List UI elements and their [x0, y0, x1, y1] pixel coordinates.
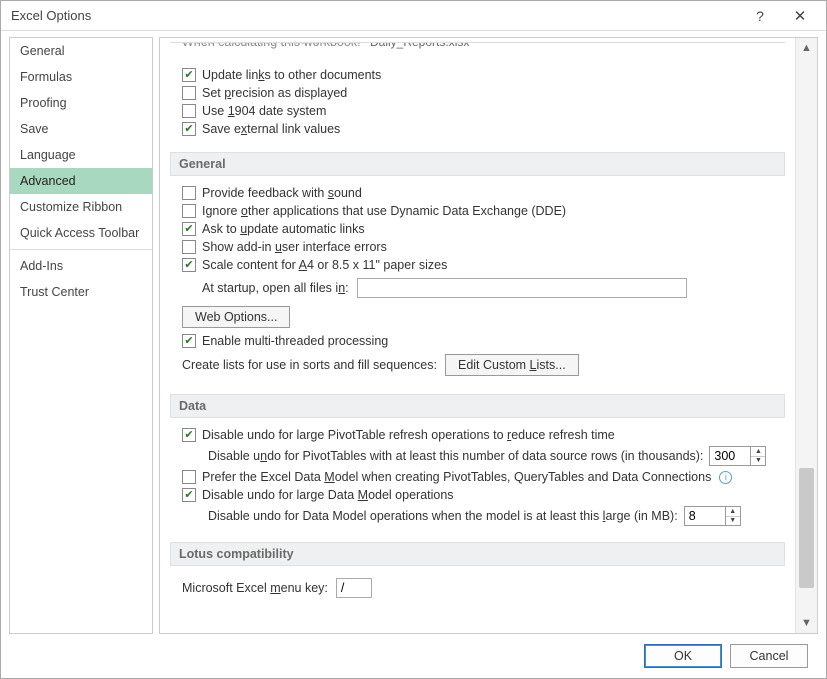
checkbox-icon [182, 104, 196, 118]
model-threshold-spinner[interactable]: ▲▼ [684, 506, 741, 526]
checkbox-label: Provide feedback with sound [202, 186, 362, 200]
edit-custom-lists-button[interactable]: Edit Custom Lists... [445, 354, 579, 376]
sidebar-item-formulas[interactable]: Formulas [10, 64, 152, 90]
sidebar-item-proofing[interactable]: Proofing [10, 90, 152, 116]
scroll-up-icon[interactable]: ▲ [796, 38, 817, 58]
pivot-threshold-input[interactable] [710, 447, 750, 465]
sidebar-item-trust-center[interactable]: Trust Center [10, 279, 152, 305]
window-title: Excel Options [11, 8, 740, 23]
checkbox-icon [182, 240, 196, 254]
pivot-threshold-label: Disable undo for PivotTables with at lea… [208, 449, 703, 463]
model-threshold-input[interactable] [685, 507, 725, 525]
checkbox-icon [182, 86, 196, 100]
truncated-row: When calculating this workbook: Daily_Re… [170, 42, 785, 60]
sidebar-item-language[interactable]: Language [10, 142, 152, 168]
checkbox-label: Set precision as displayed [202, 86, 347, 100]
checkbox-label: Use 1904 date system [202, 104, 326, 118]
checkbox-disable-undo-datamodel[interactable]: Disable undo for large Data Model operat… [170, 486, 785, 504]
close-button[interactable]: ✕ [780, 2, 820, 30]
spin-down-icon[interactable]: ▼ [751, 457, 765, 466]
sidebar-item-customize-ribbon[interactable]: Customize Ribbon [10, 194, 152, 220]
checkbox-icon [182, 186, 196, 200]
checkbox-save-external-links[interactable]: Save external link values [170, 120, 785, 138]
checkbox-label: Ask to update automatic links [202, 222, 365, 236]
checkbox-label: Prefer the Excel Data Model when creatin… [202, 470, 711, 484]
checkbox-ignore-dde[interactable]: Ignore other applications that use Dynam… [170, 202, 785, 220]
info-icon[interactable]: i [719, 471, 732, 484]
checkbox-icon [182, 258, 196, 272]
checkbox-icon [182, 428, 196, 442]
help-button[interactable]: ? [740, 2, 780, 30]
startup-files-label: At startup, open all files in: [202, 281, 349, 295]
category-sidebar: GeneralFormulasProofingSaveLanguageAdvan… [9, 37, 153, 634]
custom-lists-label: Create lists for use in sorts and fill s… [182, 358, 437, 372]
row-model-threshold: Disable undo for Data Model operations w… [170, 504, 785, 528]
checkbox-addin-errors[interactable]: Show add-in user interface errors [170, 238, 785, 256]
checkbox-icon [182, 204, 196, 218]
startup-files-input[interactable] [357, 278, 687, 298]
sidebar-item-advanced[interactable]: Advanced [10, 168, 152, 194]
scroll-thumb[interactable] [799, 468, 814, 588]
checkbox-ask-update-links[interactable]: Ask to update automatic links [170, 220, 785, 238]
checkbox-label: Scale content for A4 or 8.5 x 11" paper … [202, 258, 447, 272]
checkbox-label: Update links to other documents [202, 68, 381, 82]
sidebar-item-add-ins[interactable]: Add-Ins [10, 253, 152, 279]
sidebar-item-quick-access-toolbar[interactable]: Quick Access Toolbar [10, 220, 152, 246]
cancel-button[interactable]: Cancel [730, 644, 808, 668]
model-threshold-label: Disable undo for Data Model operations w… [208, 509, 678, 523]
sidebar-item-general[interactable]: General [10, 38, 152, 64]
spin-down-icon[interactable]: ▼ [726, 517, 740, 526]
checkbox-icon [182, 222, 196, 236]
web-options-button[interactable]: Web Options... [182, 306, 290, 328]
checkbox-icon [182, 470, 196, 484]
checkbox-multithread[interactable]: Enable multi-threaded processing [170, 332, 785, 350]
checkbox-label: Disable undo for large Data Model operat… [202, 488, 454, 502]
checkbox-icon [182, 68, 196, 82]
content-scroll-area: When calculating this workbook: Daily_Re… [160, 38, 795, 633]
menu-key-input[interactable] [336, 578, 372, 598]
checkbox-feedback-sound[interactable]: Provide feedback with sound [170, 184, 785, 202]
sidebar-item-save[interactable]: Save [10, 116, 152, 142]
menu-key-label: Microsoft Excel menu key: [182, 581, 328, 595]
checkbox-prefer-data-model[interactable]: Prefer the Excel Data Model when creatin… [170, 468, 785, 486]
checkbox-label: Show add-in user interface errors [202, 240, 387, 254]
checkbox-label: Disable undo for large PivotTable refres… [202, 428, 615, 442]
scroll-down-icon[interactable]: ▼ [796, 613, 817, 633]
checkbox-icon [182, 122, 196, 136]
spin-up-icon[interactable]: ▲ [726, 507, 740, 517]
checkbox-label: Save external link values [202, 122, 340, 136]
row-pivot-threshold: Disable undo for PivotTables with at lea… [170, 444, 785, 468]
section-general-header: General [170, 152, 785, 176]
checkbox-icon [182, 488, 196, 502]
titlebar: Excel Options ? ✕ [1, 1, 826, 31]
checkbox-label: Ignore other applications that use Dynam… [202, 204, 566, 218]
ok-button[interactable]: OK [644, 644, 722, 668]
calc-workbook-file: Daily_Reports.xlsx [370, 42, 469, 49]
calc-workbook-label: When calculating this workbook: [182, 42, 361, 49]
dialog-footer: OK Cancel [1, 634, 826, 678]
checkbox-1904-date[interactable]: Use 1904 date system [170, 102, 785, 120]
checkbox-disable-undo-pivot[interactable]: Disable undo for large PivotTable refres… [170, 426, 785, 444]
vertical-scrollbar[interactable]: ▲ ▼ [795, 38, 817, 633]
checkbox-scale-a4[interactable]: Scale content for A4 or 8.5 x 11" paper … [170, 256, 785, 274]
checkbox-label: Enable multi-threaded processing [202, 334, 388, 348]
spin-up-icon[interactable]: ▲ [751, 447, 765, 457]
checkbox-update-links[interactable]: Update links to other documents [170, 66, 785, 84]
pivot-threshold-spinner[interactable]: ▲▼ [709, 446, 766, 466]
section-data-header: Data [170, 394, 785, 418]
checkbox-set-precision[interactable]: Set precision as displayed [170, 84, 785, 102]
sidebar-separator [10, 249, 152, 250]
section-lotus-header: Lotus compatibility [170, 542, 785, 566]
checkbox-icon [182, 334, 196, 348]
content-pane: When calculating this workbook: Daily_Re… [159, 37, 818, 634]
